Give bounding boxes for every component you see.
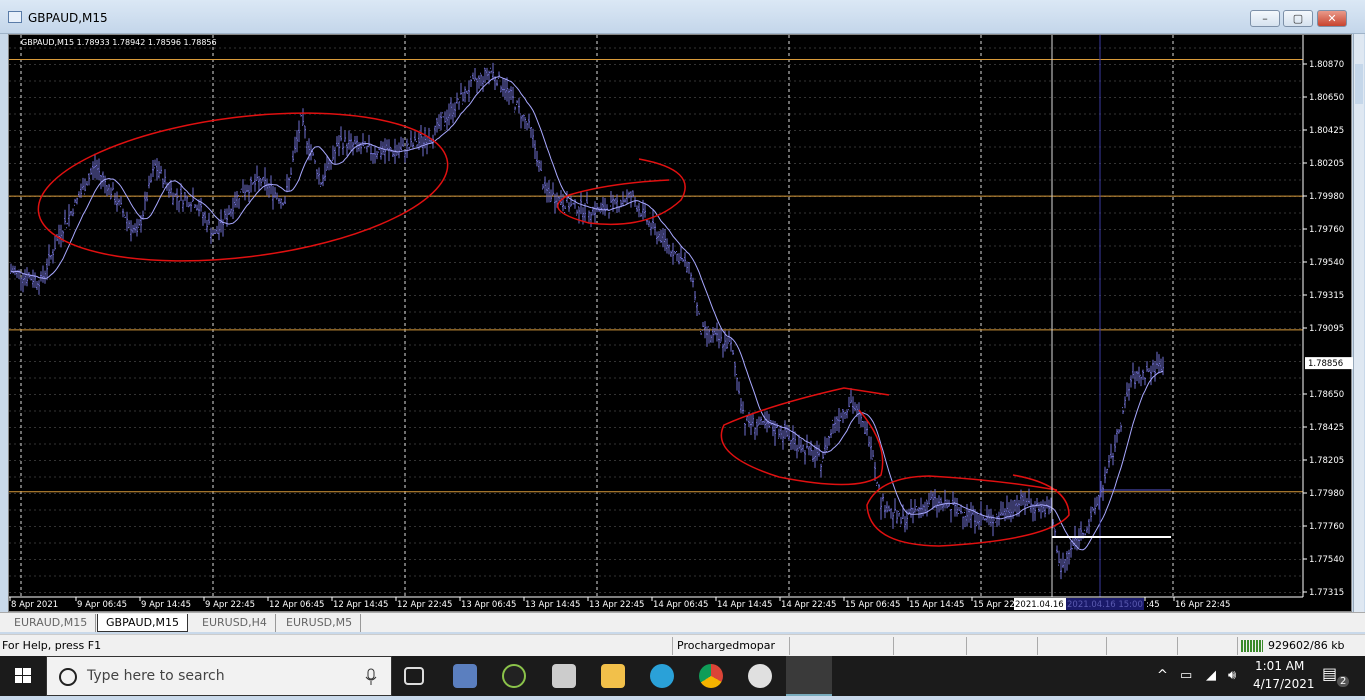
price-tick-label: 1.80205: [1309, 159, 1344, 169]
search-placeholder: Type here to search: [87, 668, 225, 684]
battery-icon[interactable]: ▭: [1180, 668, 1192, 683]
price-chart[interactable]: 1.80870 1.80650 1.80425 1.80205 1.79980 1.797…: [8, 34, 1353, 613]
price-tick-label: 1.78205: [1309, 456, 1344, 466]
action-center-icon[interactable]: ▤: [1322, 664, 1337, 683]
status-divider: [672, 637, 673, 655]
annotation-ellipse: [720, 387, 890, 486]
price-tick-label: 1.79315: [1309, 291, 1344, 301]
task-view-icon[interactable]: [404, 667, 424, 685]
chrome-icon[interactable]: [699, 664, 723, 688]
time-tick-label: 14 Apr 14:45: [717, 600, 772, 610]
file-explorer-icon[interactable]: [601, 664, 625, 688]
price-tick-label: 1.77540: [1309, 555, 1344, 565]
wifi-icon[interactable]: ◢: [1206, 668, 1216, 683]
price-tick-label: 1.78425: [1309, 423, 1344, 433]
price-tick-label: 1.79760: [1309, 225, 1344, 235]
status-divider: [1106, 637, 1107, 655]
status-divider: [966, 637, 967, 655]
annotation-ellipse: [557, 158, 686, 226]
time-tick-label: 12 Apr 22:45: [397, 600, 452, 610]
taskbar-search-box[interactable]: Type here to search: [46, 656, 392, 696]
time-tick-label: :45: [1146, 600, 1160, 610]
price-tick-label: 1.79540: [1309, 258, 1344, 268]
calculator-icon[interactable]: [552, 664, 576, 688]
price-tick-label: 1.77760: [1309, 522, 1344, 532]
notification-count: 2: [1337, 676, 1350, 687]
clock-time[interactable]: 1:01 AM: [1255, 659, 1304, 673]
time-tick-label: 13 Apr 14:45: [525, 600, 580, 610]
time-tick-label: 15 Apr 14:45: [909, 600, 964, 610]
windows-logo-icon: [15, 668, 31, 683]
time-tick-label: 15 Apr 06:45: [845, 600, 900, 610]
time-tick-label: 12 Apr 06:45: [269, 600, 324, 610]
status-traffic: 929602/86 kb: [1268, 639, 1345, 652]
time-tick-label: 12 Apr 14:45: [333, 600, 388, 610]
tab-eurusd-m5[interactable]: EURUSD,M5: [278, 614, 362, 632]
maximize-button[interactable]: ▢: [1283, 10, 1313, 27]
status-profile: Prochargedmopar: [677, 639, 775, 652]
vertical-scrollbar[interactable]: [1353, 34, 1364, 612]
time-tick-label: 13 Apr 22:45: [589, 600, 644, 610]
time-tick-label: 9 Apr 14:45: [141, 600, 191, 610]
taskbar: Type here to search ^ ▭ ◢ 🔊︎ 1:01 AM 4/1…: [0, 656, 1365, 696]
status-divider: [1237, 637, 1238, 655]
current-price-label: 1.78856: [1308, 359, 1343, 369]
minimize-button[interactable]: –: [1250, 10, 1280, 27]
clock-date[interactable]: 4/17/2021: [1253, 677, 1315, 691]
price-tick-label: 1.80650: [1309, 93, 1344, 103]
window-title: GBPAUD,M15: [28, 11, 108, 25]
status-divider: [893, 637, 894, 655]
time-tick-label: 13 Apr 06:45: [461, 600, 516, 610]
price-tick-label: 1.79095: [1309, 324, 1344, 334]
time-tick-label: 15 Apr 22:: [973, 600, 1018, 610]
time-tick-label: 14 Apr 22:45: [781, 600, 836, 610]
close-button[interactable]: ✕: [1317, 10, 1347, 27]
tab-eurusd-h4[interactable]: EURUSD,H4: [194, 614, 276, 632]
status-help-text: For Help, press F1: [2, 639, 102, 652]
connection-status-icon: [1241, 640, 1263, 652]
app-icon-green[interactable]: [502, 664, 526, 688]
network-app-icon[interactable]: [453, 664, 477, 688]
tab-gbpaud-m15[interactable]: GBPAUD,M15: [97, 614, 189, 632]
show-hidden-icons[interactable]: ^: [1157, 668, 1168, 683]
chart-window-icon: [8, 11, 22, 23]
price-tick-label: 1.79980: [1309, 192, 1344, 202]
price-tick-label: 1.77315: [1309, 588, 1344, 598]
paint-app-icon[interactable]: [748, 664, 772, 688]
status-divider: [1037, 637, 1038, 655]
price-tick-label: 1.77980: [1309, 489, 1344, 499]
microphone-icon[interactable]: [365, 668, 377, 686]
price-tick-label: 1.80870: [1309, 60, 1344, 70]
time-tick-label: 14 Apr 06:45: [653, 600, 708, 610]
telegram-icon[interactable]: [650, 664, 674, 688]
time-tick-label: 16 Apr 22:45: [1175, 600, 1230, 610]
price-tick-label: 1.80425: [1309, 126, 1344, 136]
search-icon: [59, 668, 77, 686]
status-divider: [789, 637, 790, 655]
time-tick-label: 9 Apr 22:45: [205, 600, 255, 610]
status-bar: For Help, press F1 Prochargedmopar 92960…: [0, 634, 1365, 656]
price-tick-label: 1.78650: [1309, 390, 1344, 400]
status-divider: [1177, 637, 1178, 655]
start-button[interactable]: [0, 656, 46, 696]
tab-euraud-m15[interactable]: EURAUD,M15: [6, 614, 97, 632]
moving-average-line: [10, 76, 1164, 551]
crosshair-datetime-label: 2021.04.16 15:00: [1067, 600, 1143, 610]
metatrader-taskbar-button[interactable]: [786, 656, 832, 696]
volume-icon[interactable]: 🔊︎: [1228, 668, 1236, 683]
chart-tabs: EURAUD,M15 GBPAUD,M15 EURUSD,H4 EURUSD,M…: [0, 612, 1365, 632]
ohlc-info-line: GBPAUD,M15 1.78933 1.78942 1.78596 1.788…: [21, 38, 217, 47]
time-tick-label: 8 Apr 2021: [11, 600, 58, 610]
window-titlebar: GBPAUD,M15 – ▢ ✕: [0, 0, 1365, 34]
time-tick-label: 9 Apr 06:45: [77, 600, 127, 610]
scrollbar-thumb[interactable]: [1355, 64, 1363, 104]
chart-canvas[interactable]: 1.80870 1.80650 1.80425 1.80205 1.79980 1.797…: [9, 35, 1353, 613]
crosshair-date-label: 2021.04.16: [1015, 600, 1064, 610]
